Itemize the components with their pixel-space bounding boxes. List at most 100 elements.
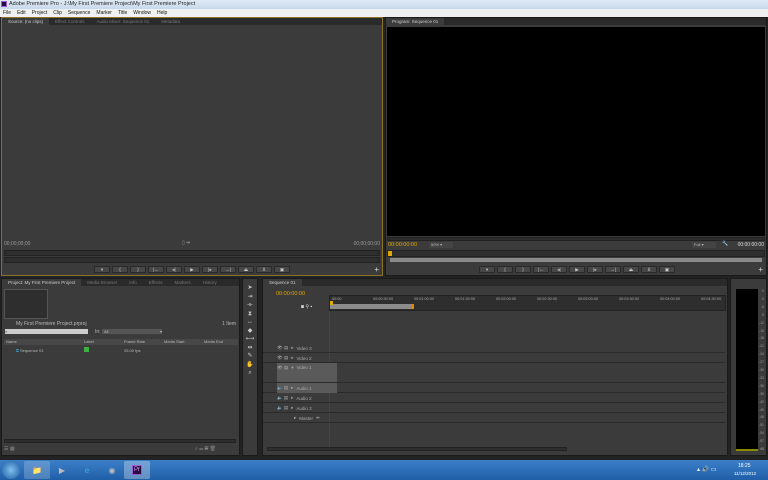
rate-stretch-tool-icon[interactable]: ↔ <box>243 318 257 327</box>
menu-title[interactable]: Title <box>118 9 127 17</box>
source-zoom-scrollbar[interactable] <box>4 257 380 263</box>
wrench-icon[interactable]: 🔧 <box>722 241 728 247</box>
taskbar-media-player-icon[interactable]: ▶ <box>49 461 75 479</box>
go-to-out-button[interactable]: →| <box>220 266 236 273</box>
new-bin-icons[interactable]: ⌕ ▭ ▤ 🗑 <box>195 446 216 452</box>
zoom-tool-icon[interactable]: ⌕ <box>243 369 257 378</box>
add-marker-button[interactable]: ▾ <box>479 266 495 273</box>
tab-source[interactable]: Source: (no clips) <box>2 18 50 25</box>
track-audio-2[interactable]: 🔈 ▤ ▸ Audio 2 <box>277 393 337 403</box>
column-label[interactable]: Label <box>84 339 124 345</box>
hand-tool-icon[interactable]: ✋ <box>243 361 257 370</box>
search-input[interactable]: ⌕ <box>5 329 88 334</box>
tab-audio-mixer[interactable]: Audio Mixer: Sequence 01 <box>90 18 155 25</box>
tab-sequence-01[interactable]: Sequence 01 <box>263 279 302 286</box>
step-forward-button[interactable]: |▸ <box>202 266 218 273</box>
tab-metadata[interactable]: Metadata <box>155 18 186 25</box>
clock-date[interactable]: 11/12/2012 <box>734 471 756 476</box>
tab-media-browser[interactable]: Media Browser <box>81 279 123 286</box>
mark-out-button[interactable]: } <box>130 266 146 273</box>
selection-tool-icon[interactable]: ➤ <box>243 284 257 293</box>
tab-history[interactable]: History <box>197 279 223 286</box>
track-audio-3[interactable]: 🔈 ▤ ▸ Audio 3 <box>277 403 337 413</box>
play-button[interactable]: ▶ <box>569 266 585 273</box>
rolling-edit-tool-icon[interactable]: ⧗ <box>243 310 257 319</box>
column-name[interactable]: Name <box>4 339 84 345</box>
play-button[interactable]: ▶ <box>184 266 200 273</box>
mark-in-button[interactable]: { <box>112 266 128 273</box>
menu-file[interactable]: File <box>3 9 11 17</box>
ruler-tick-label: 00:00:30:00 <box>373 297 394 301</box>
tab-project[interactable]: Project: My First Premiere Project <box>2 279 82 286</box>
track-video-2[interactable]: 👁 ▤ ▸ Video 2 <box>277 353 337 363</box>
zoom-level-dropdown[interactable]: 50% ▾ <box>429 242 453 248</box>
mark-out-button[interactable]: } <box>515 266 531 273</box>
menu-clip[interactable]: Clip <box>53 9 62 17</box>
program-zoom-scrollbar[interactable] <box>390 258 762 262</box>
taskbar-internet-explorer-icon[interactable]: e <box>74 461 100 479</box>
track-audio-1[interactable]: 🔈 ▤ ▸ Audio 1 <box>277 383 337 393</box>
playhead-handle[interactable] <box>330 301 333 305</box>
work-area-bar[interactable] <box>330 304 414 309</box>
project-scrollbar[interactable] <box>4 439 236 443</box>
tab-effects[interactable]: Effects <box>143 279 169 286</box>
menu-marker[interactable]: Marker <box>96 9 112 17</box>
start-button[interactable] <box>2 461 20 479</box>
add-marker-button[interactable]: ▾ <box>94 266 110 273</box>
clock-time[interactable]: 18:25 <box>738 463 751 469</box>
go-to-in-button[interactable]: |← <box>148 266 164 273</box>
source-time-ruler[interactable] <box>4 250 380 256</box>
razor-tool-icon[interactable]: ◆ <box>243 327 257 336</box>
go-to-in-button[interactable]: |← <box>533 266 549 273</box>
menu-edit[interactable]: Edit <box>17 9 26 17</box>
step-back-button[interactable]: ◂| <box>166 266 182 273</box>
track-video-3[interactable]: 👁 ▤ ▸ Video 3 <box>277 343 337 353</box>
slip-tool-icon[interactable]: ⟷ <box>243 335 257 344</box>
menu-sequence[interactable]: Sequence <box>68 9 91 17</box>
lift-button[interactable]: ⏏ <box>623 266 639 273</box>
time-ruler[interactable]: 00:00 00:00:30:00 00:01:00:00 00:01:30:00 00… <box>329 295 726 311</box>
add-button-icon[interactable]: + <box>374 265 379 274</box>
step-forward-button[interactable]: |▸ <box>587 266 603 273</box>
menu-help[interactable]: Help <box>157 9 167 17</box>
slide-tool-icon[interactable]: ⇹ <box>243 344 257 353</box>
playhead[interactable] <box>388 251 392 256</box>
tab-info[interactable]: Info <box>123 279 143 286</box>
tab-program[interactable]: Program: Sequence 01 <box>386 18 445 25</box>
column-media-start[interactable]: Media Start <box>164 339 204 345</box>
export-frame-button[interactable]: ▣ <box>274 266 290 273</box>
safe-margins-icon[interactable]: ▯ ⇹ <box>182 240 190 246</box>
step-back-button[interactable]: ◂| <box>551 266 567 273</box>
snap-icon[interactable]: ◙ ⚲ ▪ <box>301 304 312 310</box>
taskbar-explorer-icon[interactable]: 📁 <box>24 461 50 479</box>
program-scrollbar[interactable] <box>387 237 765 241</box>
export-frame-button[interactable]: ▣ <box>659 266 675 273</box>
tab-effect-controls[interactable]: Effect Controls <box>49 18 90 25</box>
column-frame-rate[interactable]: Frame Rate <box>124 339 164 345</box>
menu-window[interactable]: Window <box>133 9 151 17</box>
timeline-scrollbar[interactable] <box>267 447 567 451</box>
ripple-edit-tool-icon[interactable]: ⟛ <box>243 301 257 310</box>
table-row[interactable]: ⧉ Sequence 01 25.00 fps <box>4 347 238 354</box>
go-to-out-button[interactable]: →| <box>605 266 621 273</box>
column-media-end[interactable]: Media End <box>204 339 238 345</box>
in-filter-dropdown[interactable]: All ▾ <box>102 329 162 334</box>
taskbar-chrome-icon[interactable]: ◉ <box>99 461 125 479</box>
track-master[interactable]: ▸ Master ⇹ <box>277 413 337 423</box>
list-view-icon[interactable]: ☰ ▦ <box>4 446 15 452</box>
overwrite-button[interactable]: ⊻ <box>256 266 272 273</box>
insert-button[interactable]: ⏏ <box>238 266 254 273</box>
pen-tool-icon[interactable]: ✎ <box>243 352 257 361</box>
program-time-ruler[interactable] <box>387 250 765 257</box>
taskbar-premiere-icon[interactable]: Pr <box>124 461 150 479</box>
track-video-1[interactable]: 👁 ▤ ▾ Video 1 <box>277 363 337 382</box>
menu-project[interactable]: Project <box>32 9 48 17</box>
playback-resolution-dropdown[interactable]: Full ▾ <box>692 242 716 248</box>
tray-icons[interactable]: ▴ 🔊 ▭ <box>697 466 717 473</box>
tab-markers[interactable]: Markers <box>168 279 196 286</box>
extract-button[interactable]: ⊻ <box>641 266 657 273</box>
timeline-timecode[interactable]: 00:00:00:00 <box>276 291 305 297</box>
add-button-icon[interactable]: + <box>758 265 763 274</box>
track-select-tool-icon[interactable]: ⇥ <box>243 293 257 302</box>
mark-in-button[interactable]: { <box>497 266 513 273</box>
